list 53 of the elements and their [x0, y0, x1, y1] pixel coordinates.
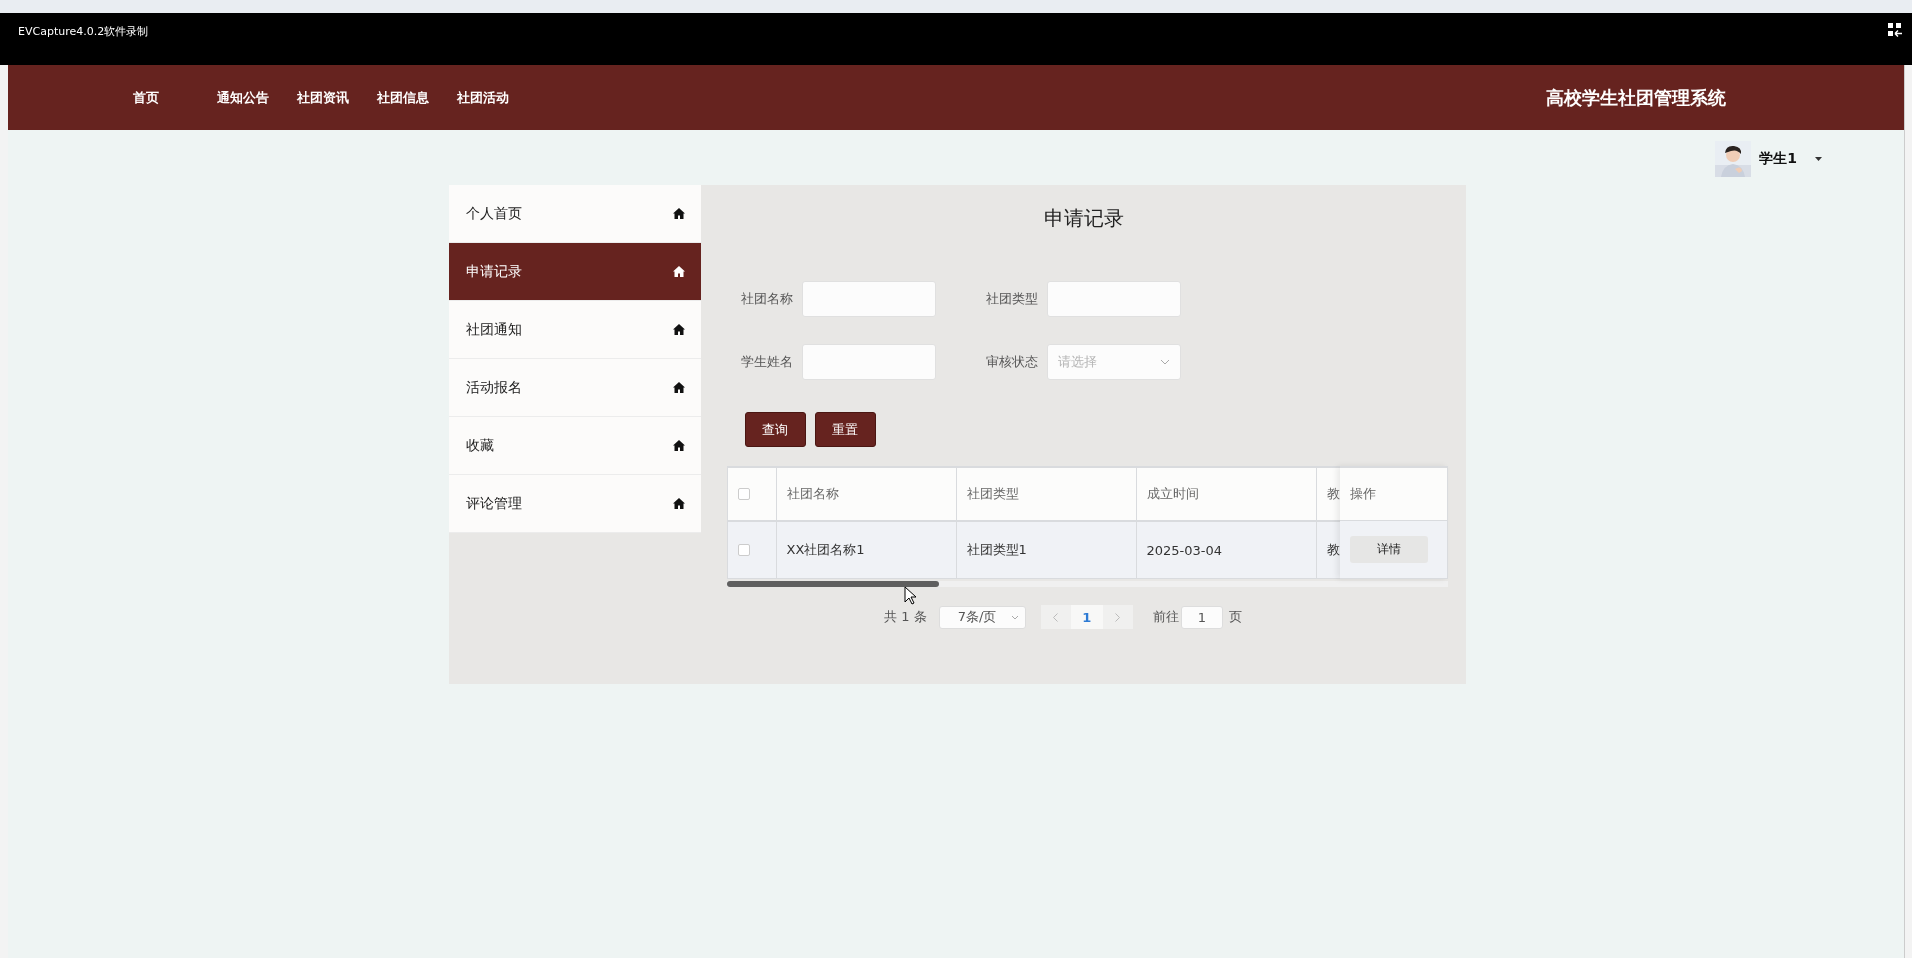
house-icon — [672, 266, 685, 277]
goto-label: 前往 — [1152, 608, 1179, 626]
sidebar-item[interactable]: 收藏 — [448, 417, 701, 475]
table-cell: 2025-03-04 — [1136, 521, 1317, 579]
cursor-icon — [904, 586, 916, 605]
nav-link[interactable]: 社团资讯 — [286, 88, 360, 107]
house-icon — [672, 324, 685, 335]
action-button[interactable]: 查询 — [744, 412, 806, 447]
page-size-select[interactable]: 7条/页 — [938, 605, 1026, 629]
house-icon — [672, 440, 685, 451]
table-cell: 社团类型1 — [956, 521, 1137, 579]
nav-link[interactable]: 社团活动 — [446, 88, 520, 107]
table-cell: XX社团名称1 — [776, 521, 957, 579]
page-title: 申请记录 — [1043, 205, 1125, 232]
nav-link[interactable]: 首页 — [122, 88, 170, 107]
page-number[interactable]: 1 — [1070, 605, 1103, 629]
house-icon — [672, 382, 685, 393]
nav-link[interactable]: 社团信息 — [366, 88, 440, 107]
total-count: 共 1 条 — [884, 608, 927, 626]
nav-link[interactable]: 通知公告 — [206, 88, 280, 107]
sidebar-item[interactable]: 申请记录 — [448, 243, 701, 301]
column-header: 社团类型 — [956, 466, 1137, 521]
chevron-left-icon[interactable] — [1053, 612, 1059, 622]
chevron-down-icon — [1159, 359, 1170, 365]
user-menu[interactable]: 学生1 — [1715, 140, 1822, 177]
house-icon — [672, 208, 685, 219]
page-unit: 页 — [1228, 608, 1242, 626]
input-field[interactable] — [801, 344, 936, 380]
fullscreen-icon[interactable] — [1888, 23, 1902, 37]
recorder-title: EVCapture4.0.2软件录制 — [18, 24, 149, 39]
checkbox[interactable] — [737, 544, 750, 556]
page-input[interactable]: 1 — [1180, 605, 1223, 629]
chevron-right-icon[interactable] — [1115, 612, 1121, 622]
action-button[interactable]: 重置 — [814, 412, 876, 447]
sidebar-item[interactable]: 社团通知 — [448, 301, 701, 359]
site-title: 高校学生社团管理系统 — [1546, 85, 1726, 110]
field-label: 学生姓名 — [740, 353, 794, 371]
input-field[interactable] — [801, 281, 936, 317]
field-label: 审核状态 — [985, 353, 1039, 371]
column-header: 成立时间 — [1136, 466, 1317, 521]
caret-icon — [1815, 156, 1822, 161]
field-label: 社团名称 — [740, 290, 794, 308]
house-icon — [672, 498, 685, 509]
sidebar-item[interactable]: 个人首页 — [448, 185, 701, 243]
input-field[interactable] — [1046, 281, 1181, 317]
sidebar-item[interactable]: 评论管理 — [448, 475, 701, 533]
scrollbar[interactable] — [726, 581, 1448, 587]
field-label: 社团类型 — [985, 290, 1039, 308]
column-header: 社团名称 — [776, 466, 957, 521]
sidebar-item[interactable]: 活动报名 — [448, 359, 701, 417]
checkbox[interactable] — [737, 488, 750, 500]
details-button[interactable]: 详情 — [1349, 536, 1428, 563]
chevron-down-icon — [1010, 614, 1019, 620]
